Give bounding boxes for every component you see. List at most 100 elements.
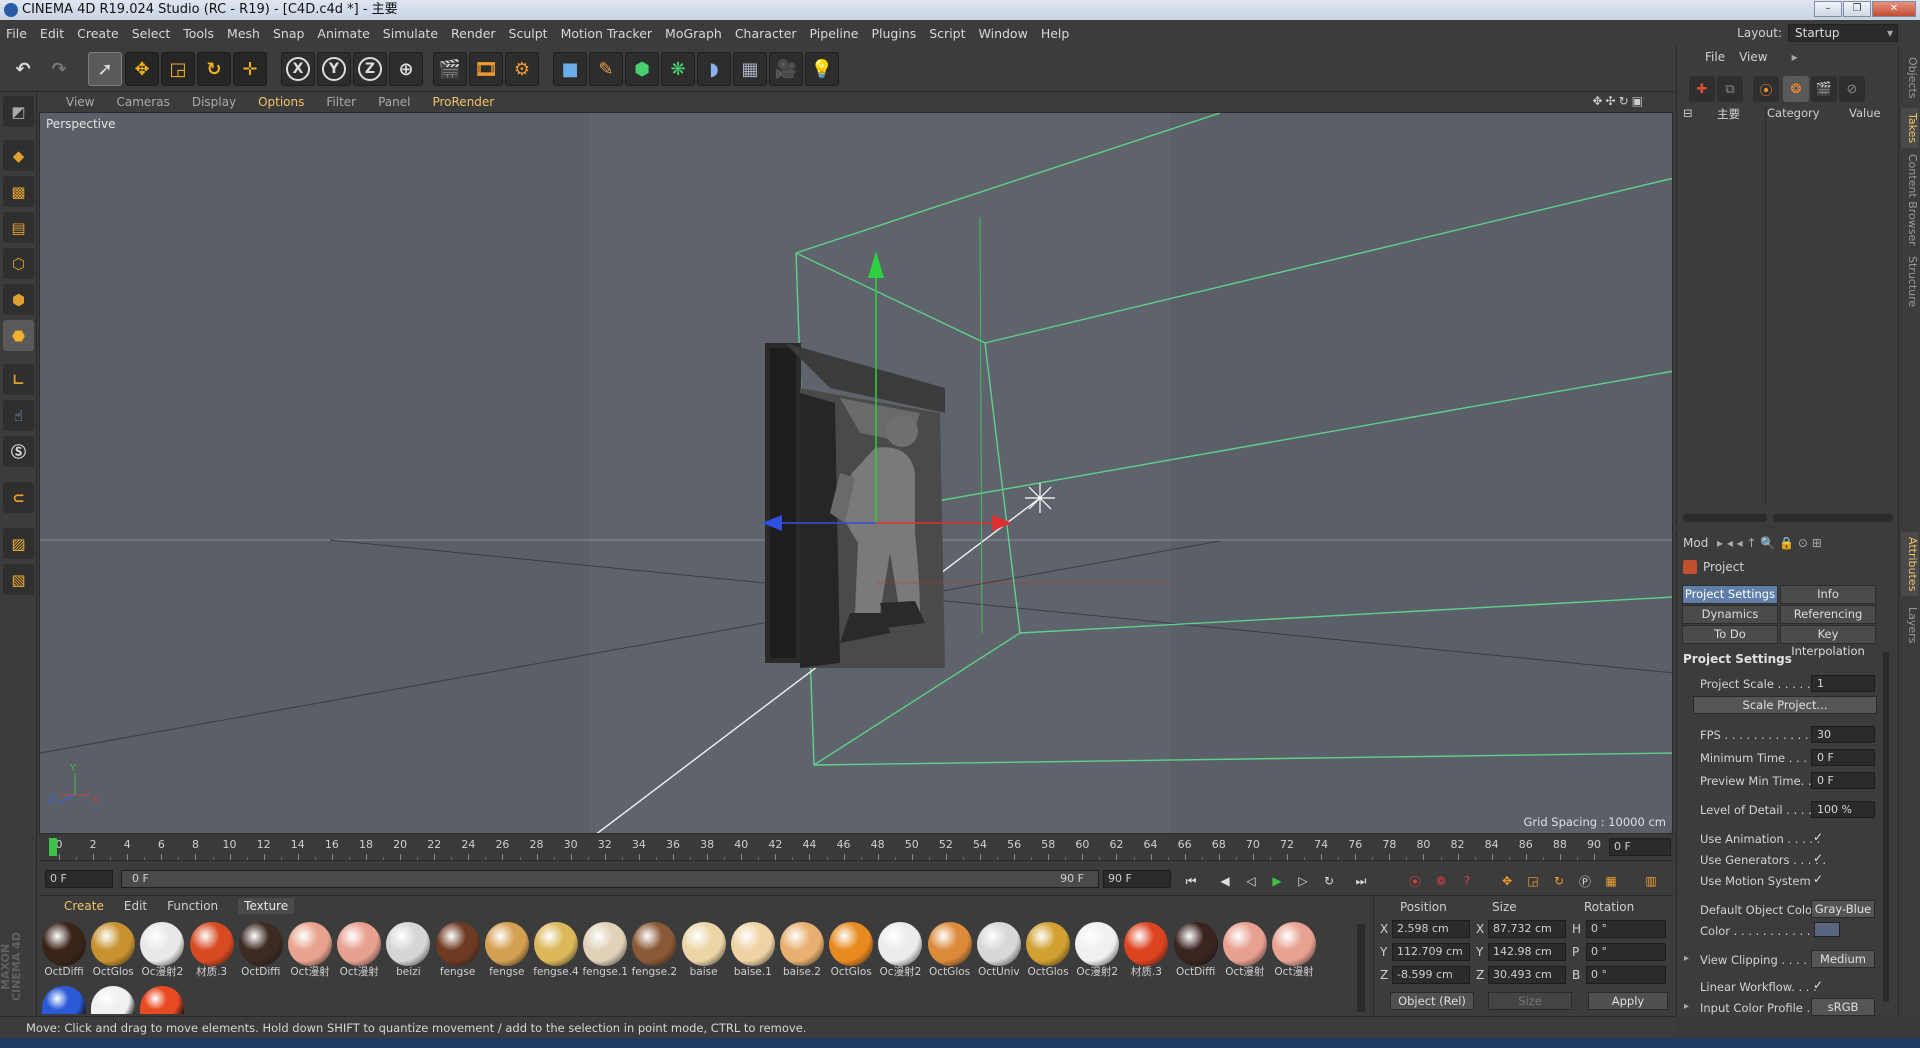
menu-script[interactable]: Script [929,26,965,41]
menu-tools[interactable]: Tools [183,26,214,41]
points-mode-icon[interactable]: ⬡ [3,248,34,279]
recent-tools-icon[interactable]: ✛ [233,52,267,86]
vp-menu-prorender[interactable]: ProRender [432,95,494,109]
input-color-profile-dropdown[interactable]: sRGB [1811,998,1875,1016]
maximize-button[interactable]: ❐ [1843,1,1871,17]
play-forward-icon[interactable]: ▶ [1265,869,1289,893]
tweak-mode-icon[interactable]: ☝ [3,400,34,431]
take-add-icon[interactable]: ✚ [1689,76,1715,102]
autokeying-icon[interactable]: ⦾ [1429,869,1453,893]
y-axis-lock-icon[interactable]: Y [317,52,351,86]
record-keys-icon[interactable]: ⦿ [1403,869,1427,893]
value-column-header[interactable]: Value [1849,106,1881,120]
side-tab-layers[interactable]: Layers [1901,602,1919,648]
material-swatch[interactable]: Oc漫射2 [877,922,923,980]
tab-to-do[interactable]: To Do [1682,625,1778,644]
material-swatch[interactable]: OctDiffi [238,922,284,980]
close-button[interactable]: ✕ [1872,1,1916,17]
category-column-header[interactable]: Category [1767,106,1820,120]
attr-nav-icons[interactable]: ▸ ◂ ◂ ↑ 🔍 🔒 ⊙ ⊞ [1717,536,1822,550]
subdivision-surface-icon[interactable]: ⬢ [625,52,659,86]
use-generators-checkbox[interactable]: ✓ [1813,851,1827,865]
coordinate-mode-dropdown[interactable]: Object (Rel) [1390,992,1474,1010]
render-takes-icon[interactable]: 🎬 [1811,76,1837,102]
vp-menu-display[interactable]: Display [192,95,236,109]
menu-sculpt[interactable]: Sculpt [509,26,548,41]
previous-frame-icon[interactable]: ◁ [1239,869,1263,893]
menu-mograph[interactable]: MoGraph [665,26,722,41]
material-swatch[interactable]: Oct漫射 [1222,922,1268,980]
vp-menu-panel[interactable]: Panel [378,95,410,109]
size-x-field[interactable]: 87.732 cm [1488,920,1566,938]
tab-key-interpolation[interactable]: Key Interpolation [1780,625,1876,658]
view-clipping-expand-icon[interactable]: ▸ [1684,953,1689,964]
menu-create[interactable]: Create [77,26,119,41]
vp-menu-options[interactable]: Options [258,95,304,109]
material-swatch[interactable]: fengse [435,922,481,980]
live-selection-icon[interactable]: ➚ [88,52,122,86]
tab-info[interactable]: Info [1780,585,1876,604]
obj-menu-more-icon[interactable]: ▸ [1792,50,1798,64]
menu-mesh[interactable]: Mesh [227,26,260,41]
preview-min-time-field[interactable]: 0 F [1811,772,1875,789]
menu-pipeline[interactable]: Pipeline [810,26,859,41]
redo-icon[interactable]: ↷ [42,52,76,86]
material-swatch[interactable]: Oc漫射2 [139,922,185,980]
timeline-playhead[interactable] [49,838,57,856]
menu-snap[interactable]: Snap [273,26,304,41]
pen-spline-icon[interactable]: ✎ [589,52,623,86]
vp-menu-view[interactable]: View [66,95,94,109]
material-swatch[interactable]: OctGlos [927,922,973,980]
mat-menu-function[interactable]: Function [167,899,218,913]
snap-icon[interactable]: ⊂ [3,482,34,513]
position-key-icon[interactable]: ✥ [1495,869,1519,893]
apply-button[interactable]: Apply [1588,992,1668,1010]
solo-icon[interactable]: Ⓢ [3,436,34,467]
material-swatch[interactable]: fengse.2 [631,922,677,980]
take-clone-icon[interactable]: ⧉ [1717,76,1743,102]
current-frame-field[interactable]: 0 F [1609,838,1671,856]
material-swatch[interactable]: baise.1 [730,922,776,980]
min-time-field[interactable]: 0 F [1811,749,1875,766]
project-scale-field[interactable]: 1 [1811,675,1875,692]
next-key-icon[interactable]: ↻ [1317,869,1341,893]
right-scrollbar[interactable] [1773,514,1893,522]
use-motion-system-checkbox[interactable]: ✓ [1813,872,1827,886]
workplane-lock-icon[interactable]: ▨ [3,528,34,559]
mat-menu-texture[interactable]: Texture [238,898,295,914]
view-clipping-dropdown[interactable]: Medium [1811,950,1875,968]
texture-mode-icon[interactable]: ▩ [3,176,34,207]
material-swatch[interactable]: fengse [484,922,530,980]
menu-simulate[interactable]: Simulate [383,26,438,41]
minimize-button[interactable]: – [1814,1,1842,17]
attr-mode-menu[interactable]: Mod [1683,536,1708,550]
material-swatch[interactable]: Oc漫射2 [1074,922,1120,980]
planar-workplane-icon[interactable]: ▧ [3,564,34,595]
material-swatch[interactable]: baise [681,922,727,980]
menu-select[interactable]: Select [132,26,171,41]
menu-edit[interactable]: Edit [40,26,64,41]
perspective-viewport[interactable]: Perspective Grid Spacing : 10000 cm Y Z … [39,112,1673,834]
mat-menu-edit[interactable]: Edit [124,899,147,913]
rot-p-field[interactable]: 0 ° [1586,943,1666,961]
rotation-key-icon[interactable]: ↻ [1547,869,1571,893]
tab-project-settings[interactable]: Project Settings [1682,585,1778,604]
size-z-field[interactable]: 30.493 cm [1488,966,1566,984]
light-icon[interactable]: 💡 [805,52,839,86]
tab-referencing[interactable]: Referencing [1780,605,1876,624]
undo-icon[interactable]: ↶ [6,52,40,86]
default-object-color-dropdown[interactable]: Gray-Blue [1811,900,1875,918]
menu-render[interactable]: Render [451,26,496,41]
attr-scrollbar[interactable] [1883,652,1889,1002]
material-swatch[interactable]: beizi [385,922,431,980]
timeline-window-icon[interactable]: ▥ [1639,869,1663,893]
character-model[interactable] [765,343,945,668]
next-frame-icon[interactable]: ▷ [1291,869,1315,893]
material-swatch[interactable]: OctUniv [976,922,1022,980]
material-swatch[interactable]: Oct漫射 [336,922,382,980]
color-swatch[interactable] [1814,922,1840,937]
go-to-start-icon[interactable]: ⏮ [1179,869,1203,893]
scale-key-icon[interactable]: ◲ [1521,869,1545,893]
menu-animate[interactable]: Animate [317,26,369,41]
menu-help[interactable]: Help [1041,26,1070,41]
